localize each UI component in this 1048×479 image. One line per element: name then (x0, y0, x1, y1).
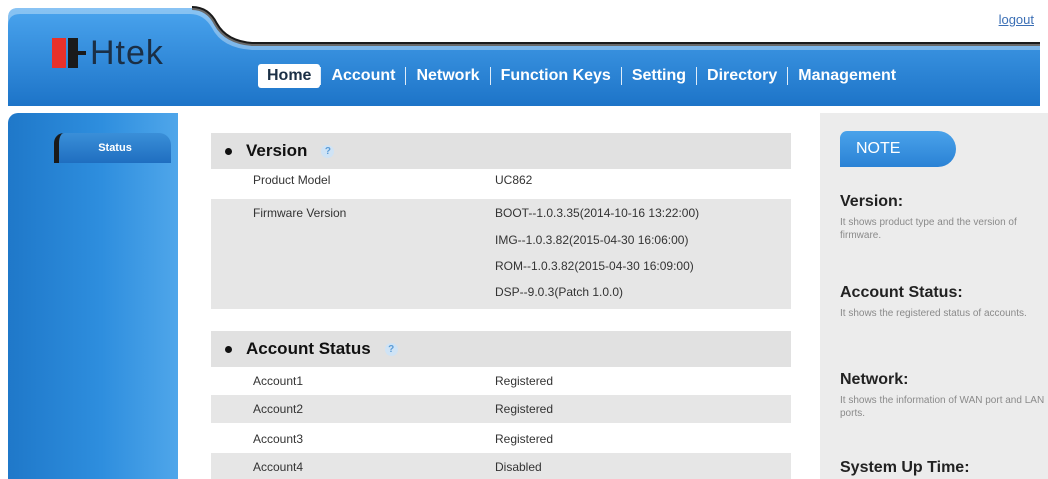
account-value: Disabled (495, 460, 542, 474)
htek-logo: Htek (52, 34, 164, 72)
note-panel: NOTE Version: It shows product type and … (820, 113, 1048, 479)
firmware-version-row: Firmware Version BOOT--1.0.3.35(2014-10-… (211, 199, 791, 309)
help-icon[interactable]: ? (384, 342, 398, 356)
account-value: Registered (495, 432, 554, 446)
nav-network[interactable]: Network (406, 67, 489, 85)
nav-separator (696, 67, 698, 85)
logout-link[interactable]: logout (999, 12, 1034, 27)
note-desc-network: It shows the information of WAN port and… (840, 395, 1045, 419)
firmware-rom: ROM--1.0.3.82(2015-04-30 16:09:00) (495, 259, 694, 273)
nav-management[interactable]: Management (788, 67, 906, 85)
firmware-dsp: DSP--9.0.3(Patch 1.0.0) (495, 285, 624, 299)
account-label: Account2 (253, 402, 304, 416)
account-status-section-header: Account Status ? (211, 331, 791, 367)
note-title-system-up-time: System Up Time: (840, 459, 970, 476)
note-desc-version: It shows product type and the version of… (840, 217, 1017, 241)
note-title-network: Network: (840, 371, 909, 388)
version-section-title: Version (246, 141, 308, 160)
product-model-value: UC862 (495, 173, 533, 187)
nav-separator (489, 67, 491, 85)
htek-logo-mark-icon (52, 38, 88, 68)
logo-text: Htek (90, 34, 164, 72)
product-model-row: Product Model UC862 (211, 173, 791, 195)
firmware-img: IMG--1.0.3.82(2015-04-30 16:06:00) (495, 233, 689, 247)
account-label: Account1 (253, 374, 304, 388)
firmware-boot: BOOT--1.0.3.35(2014-10-16 13:22:00) (495, 206, 700, 220)
sidebar: Status (8, 113, 178, 479)
nav-home[interactable]: Home (258, 64, 321, 88)
help-icon[interactable]: ? (321, 144, 335, 158)
firmware-version-label: Firmware Version (253, 206, 347, 220)
product-model-label: Product Model (253, 173, 331, 187)
nav-separator (620, 67, 622, 85)
table-row: Account2 Registered (211, 395, 791, 423)
account-value: Registered (495, 402, 554, 416)
account-label: Account3 (253, 432, 304, 446)
bullet-icon (225, 345, 232, 353)
header: Htek logout Home Account Network Functio… (0, 0, 1048, 108)
nav-separator (320, 67, 322, 85)
note-title-version: Version: (840, 193, 904, 210)
nav-separator (405, 67, 407, 85)
account-status-section-title: Account Status (246, 339, 371, 358)
nav-separator (787, 67, 789, 85)
bullet-icon (225, 147, 232, 155)
account-value: Registered (495, 374, 554, 388)
account-label: Account4 (253, 460, 304, 474)
version-section-header: Version ? (211, 133, 791, 169)
nav-setting[interactable]: Setting (622, 67, 696, 85)
table-row: Account3 Registered (211, 425, 791, 451)
table-row: Account1 Registered (211, 371, 791, 393)
table-row: Account4 Disabled (211, 453, 791, 479)
note-desc-account-status: It shows the registered status of accoun… (840, 308, 1027, 319)
nav-directory[interactable]: Directory (697, 67, 787, 85)
note-title-account-status: Account Status: (840, 284, 963, 301)
nav-account[interactable]: Account (321, 67, 405, 85)
sidebar-item-status[interactable]: Status (54, 133, 171, 163)
nav-function-keys[interactable]: Function Keys (491, 67, 621, 85)
main-nav: Home Account Network Function Keys Setti… (258, 64, 906, 88)
note-tab: NOTE (840, 131, 956, 167)
status-content: Version ? Product Model UC862 Firmware V… (183, 113, 808, 479)
